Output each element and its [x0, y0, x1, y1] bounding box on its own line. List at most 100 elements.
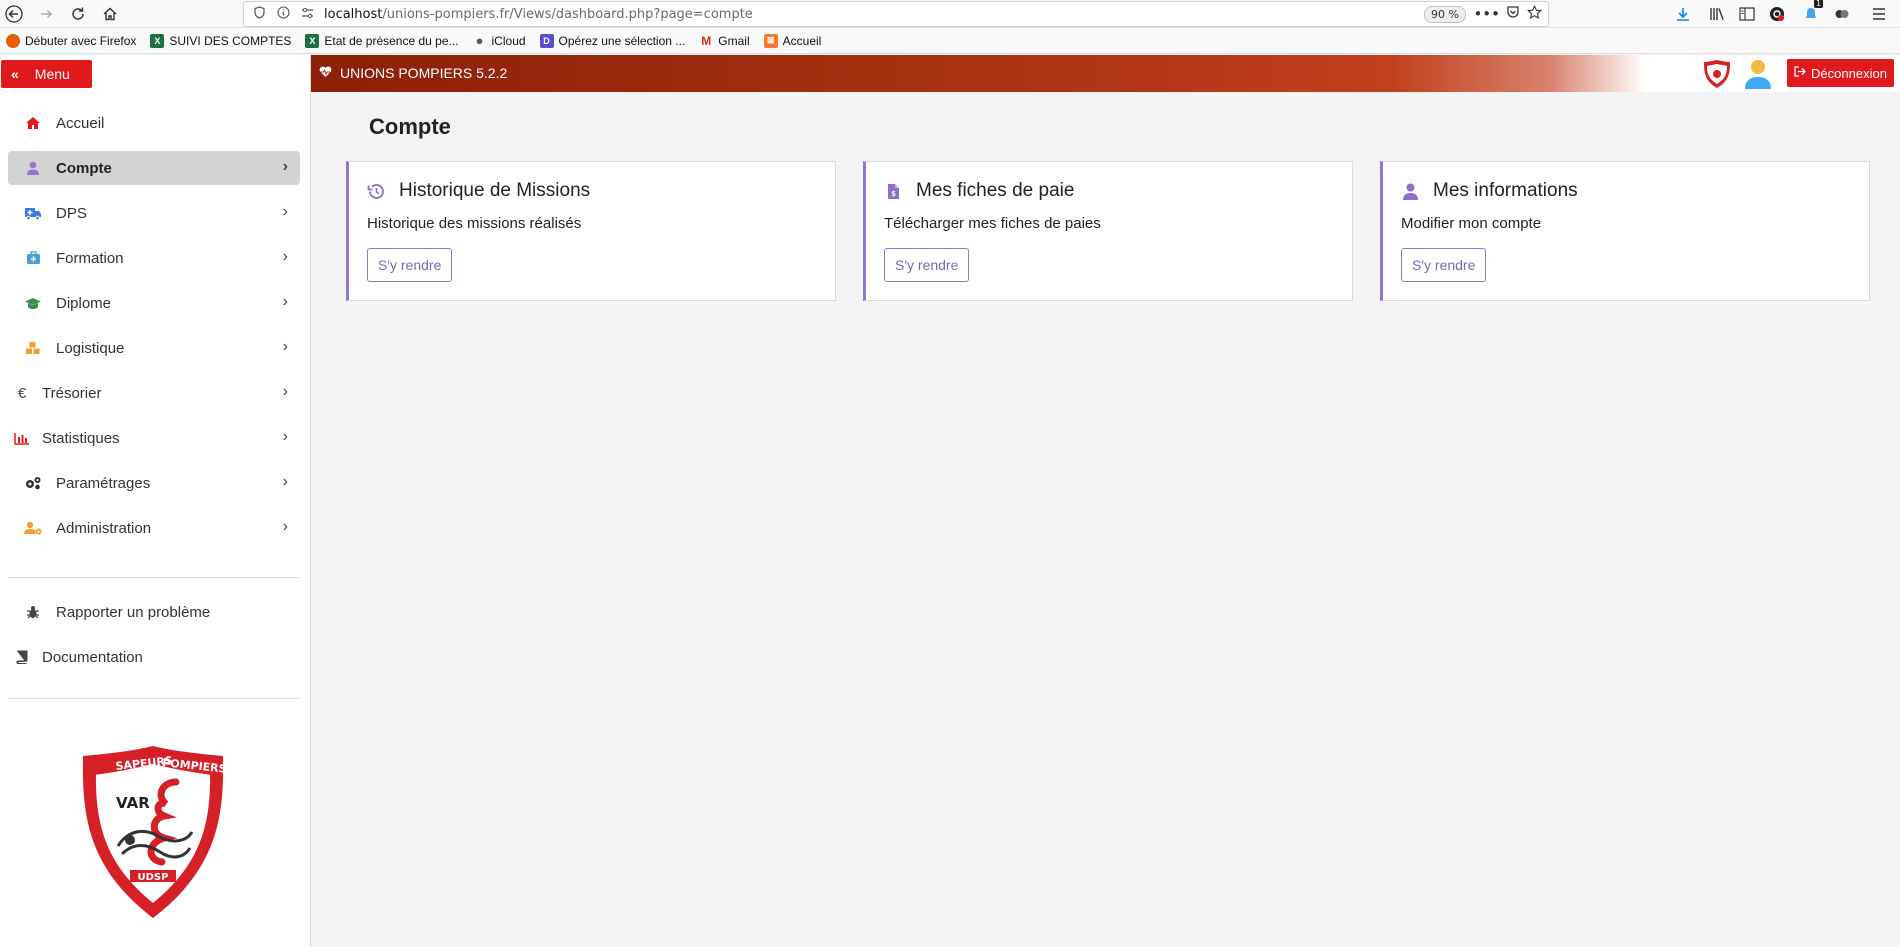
- go-button[interactable]: S'y rendre: [884, 248, 970, 282]
- sidebar-item-label: Diplome: [56, 294, 112, 312]
- svg-text:UDSP: UDSP: [138, 872, 169, 883]
- sidebar-item-statistiques[interactable]: Statistiques ›: [8, 421, 300, 455]
- sidebar-item-label: Administration: [56, 519, 152, 537]
- medkit-icon: [16, 251, 50, 265]
- card-description: Historique des missions réalisés: [367, 215, 582, 232]
- chevron-right-icon: ›: [282, 293, 288, 310]
- sidebar-item-dps[interactable]: DPS ›: [8, 196, 300, 230]
- sidebar-nav: Accueil Compte › DPS › Formation › Diplo…: [8, 106, 300, 556]
- bookmark-item[interactable]: D Opérez une sélection ...: [539, 33, 686, 48]
- sidebar-item-label: Trésorier: [42, 384, 102, 402]
- user-icon: [1401, 183, 1419, 200]
- go-button[interactable]: S'y rendre: [367, 248, 453, 282]
- bookmark-item[interactable]: X Etat de présence du pe...: [305, 33, 459, 48]
- graduation-cap-icon: [16, 297, 50, 310]
- sidebar-item-parametrages[interactable]: Paramétrages ›: [8, 466, 300, 500]
- hamburger-menu-icon[interactable]: [1866, 2, 1892, 26]
- bookmark-label: SUIVI DES COMPTES: [169, 33, 292, 48]
- chevron-right-icon: ›: [282, 338, 288, 355]
- page-actions-icon[interactable]: •••: [1473, 5, 1500, 23]
- sidebar-item-label: Logistique: [56, 339, 125, 357]
- heartbeat-icon: [319, 66, 332, 81]
- sidebar-item-logistique[interactable]: Logistique ›: [8, 331, 300, 365]
- file-invoice-icon: $: [884, 183, 902, 200]
- card-description: Télécharger mes fiches de paies: [884, 215, 1101, 232]
- boxes-icon: [16, 341, 50, 355]
- bookmarks-toolbar: Débuter avec Firefox X SUIVI DES COMPTES…: [0, 28, 1900, 54]
- extension-icon[interactable]: [1764, 2, 1790, 26]
- chevron-right-icon: ›: [282, 518, 288, 535]
- pocket-icon[interactable]: [1506, 5, 1520, 23]
- sidebar-item-tresorier[interactable]: € Trésorier ›: [8, 376, 300, 410]
- bookmark-item[interactable]: ⊠ Accueil: [763, 33, 822, 48]
- chevron-right-icon: ›: [282, 428, 288, 445]
- info-icon[interactable]: [274, 6, 292, 22]
- home-icon: [16, 116, 50, 130]
- zoom-level[interactable]: 90 %: [1424, 6, 1466, 23]
- sidebar-item-label: Statistiques: [42, 429, 120, 447]
- profile-icon[interactable]: [1829, 2, 1855, 26]
- bookmark-label: iCloud: [491, 33, 526, 48]
- sidebar-item-label: Rapporter un problème: [56, 603, 211, 621]
- bookmark-item[interactable]: Débuter avec Firefox: [6, 33, 137, 48]
- home-icon[interactable]: [98, 2, 122, 26]
- bookmark-label: Débuter avec Firefox: [25, 33, 137, 48]
- bookmark-label: Accueil: [782, 33, 822, 48]
- bookmark-label: Gmail: [718, 33, 750, 48]
- menu-toggle-button[interactable]: « Menu: [1, 60, 92, 88]
- sidebar-item-label: DPS: [56, 204, 87, 222]
- notification-count: 1: [1814, 0, 1824, 8]
- star-icon[interactable]: [1527, 4, 1542, 24]
- card-mes-informations: Mes informations Modifier mon compte S'y…: [1380, 161, 1870, 301]
- card-description: Modifier mon compte: [1401, 215, 1542, 232]
- back-icon[interactable]: [2, 2, 26, 26]
- chevron-right-icon: ›: [282, 248, 288, 265]
- udsp-var-logo: SAPEURS POMPIERS VAR UDSP: [78, 742, 228, 922]
- sidebar-item-label: Documentation: [42, 648, 143, 666]
- xampp-icon: ⊠: [763, 33, 778, 48]
- bookmark-item[interactable]: X SUIVI DES COMPTES: [150, 33, 292, 48]
- forward-icon[interactable]: [34, 2, 58, 26]
- reload-icon[interactable]: [66, 2, 90, 26]
- library-icon[interactable]: [1704, 2, 1730, 26]
- chevron-right-icon: ›: [282, 203, 288, 220]
- sidebar-item-diplome[interactable]: Diplome ›: [8, 286, 300, 320]
- bookmark-item[interactable]: M Gmail: [699, 34, 749, 48]
- logout-button[interactable]: Déconnexion: [1787, 59, 1894, 87]
- bookmark-icon: D: [539, 33, 554, 48]
- app-title[interactable]: UNIONS POMPIERS 5.2.2: [319, 65, 507, 81]
- chevron-right-icon: ›: [282, 473, 288, 490]
- sidebar-item-accueil[interactable]: Accueil: [8, 106, 300, 140]
- avatar[interactable]: [1743, 58, 1773, 90]
- logout-label: Déconnexion: [1811, 65, 1887, 81]
- browser-toolbar: localhost/unions-pompiers.fr/Views/dashb…: [0, 0, 1900, 28]
- url-bar[interactable]: localhost/unions-pompiers.fr/Views/dashb…: [243, 1, 1549, 27]
- permissions-icon[interactable]: [298, 7, 316, 22]
- gmail-icon: M: [701, 33, 712, 48]
- bar-chart-icon: [8, 432, 36, 445]
- card-title: Historique de Missions: [399, 180, 591, 201]
- sidebar-item-compte[interactable]: Compte ›: [8, 151, 300, 185]
- menu-label: Menu: [34, 66, 70, 82]
- go-button[interactable]: S'y rendre: [1401, 248, 1487, 282]
- card-historique-missions: Historique de Missions Historique des mi…: [346, 161, 836, 301]
- bookmark-label: Etat de présence du pe...: [324, 33, 459, 48]
- shield-icon[interactable]: [250, 6, 268, 22]
- excel-icon: X: [150, 33, 165, 48]
- users-cog-icon: [16, 521, 50, 535]
- svg-text:VAR: VAR: [116, 794, 150, 812]
- bookmark-item[interactable]: ● iCloud: [473, 33, 526, 48]
- sidebar-item-administration[interactable]: Administration ›: [8, 511, 300, 545]
- sidebar-item-documentation[interactable]: Documentation: [8, 640, 300, 674]
- sidebar-item-formation[interactable]: Formation ›: [8, 241, 300, 275]
- sidebar-item-report-problem[interactable]: Rapporter un problème: [8, 595, 300, 629]
- page-title: Compte: [369, 114, 451, 139]
- card-fiches-paie: $ Mes fiches de paie Télécharger mes fic…: [863, 161, 1353, 301]
- udsp-shield-icon: [1703, 59, 1731, 89]
- download-icon[interactable]: [1670, 2, 1696, 26]
- notification-icon[interactable]: 1: [1798, 0, 1824, 26]
- sidebar-toggle-icon[interactable]: [1734, 2, 1760, 26]
- user-icon: [16, 161, 50, 175]
- bookmark-label: Opérez une sélection ...: [558, 33, 686, 48]
- history-icon: [367, 183, 385, 200]
